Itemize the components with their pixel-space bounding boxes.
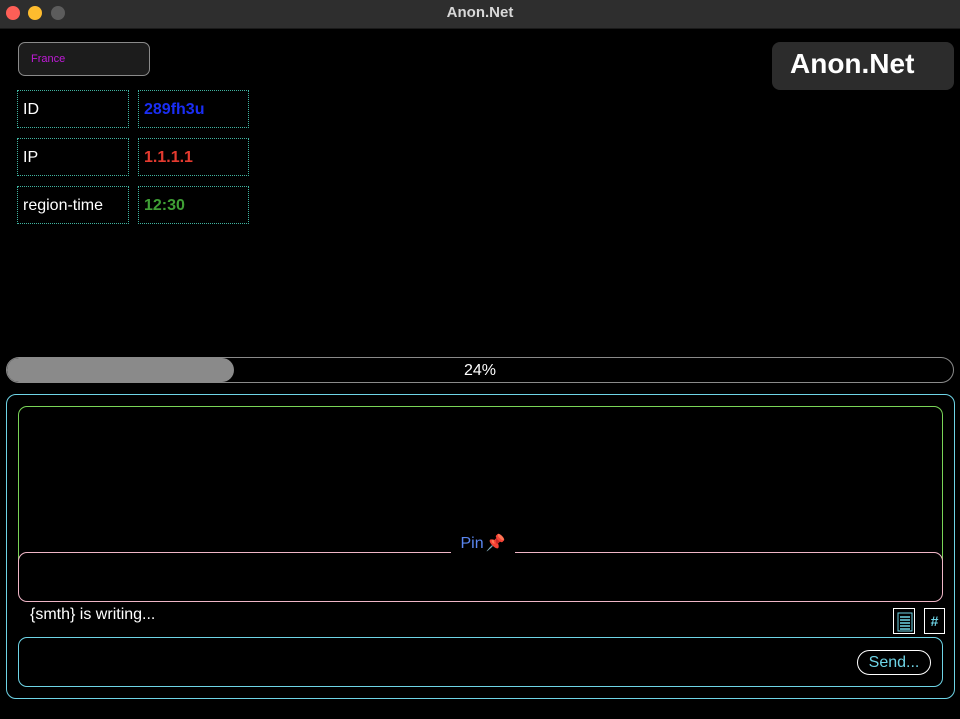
list-icon	[897, 612, 913, 632]
info-key-cell: IP	[17, 138, 129, 176]
info-value-cell: 12:30	[138, 186, 249, 224]
info-value-cell: 1.1.1.1	[138, 138, 249, 176]
message-input-box	[18, 637, 943, 687]
id-value: 289fh3u	[144, 101, 205, 118]
pinned-message-box[interactable]	[18, 552, 943, 602]
brand-badge: Anon.Net	[772, 42, 954, 90]
progress-bar: 24%	[6, 357, 954, 383]
info-value-cell: 289fh3u	[138, 90, 249, 128]
ip-value: 1.1.1.1	[144, 149, 193, 166]
info-key: region-time	[23, 197, 104, 214]
window-title: Anon.Net	[446, 4, 514, 21]
pin-label-text: Pin	[460, 535, 484, 552]
country-select[interactable]: France	[18, 42, 150, 76]
country-select-value: France	[31, 53, 66, 65]
info-key: IP	[23, 149, 39, 166]
info-key: ID	[23, 101, 39, 118]
info-key-cell: ID	[17, 90, 129, 128]
list-button[interactable]	[893, 608, 915, 634]
window-titlebar: Anon.Net	[0, 0, 960, 29]
pin-label: Pin 📌	[451, 533, 515, 555]
send-button[interactable]: Send...	[857, 650, 931, 675]
message-input[interactable]	[29, 648, 853, 678]
progress-label: 24%	[463, 362, 497, 379]
region-time-value: 12:30	[144, 197, 185, 214]
brand-label: Anon.Net	[790, 48, 915, 79]
pushpin-icon: 📌	[485, 535, 506, 552]
info-key-cell: region-time	[17, 186, 129, 224]
hash-button[interactable]: #	[924, 608, 945, 634]
typing-status: {smth} is writing...	[30, 606, 156, 623]
